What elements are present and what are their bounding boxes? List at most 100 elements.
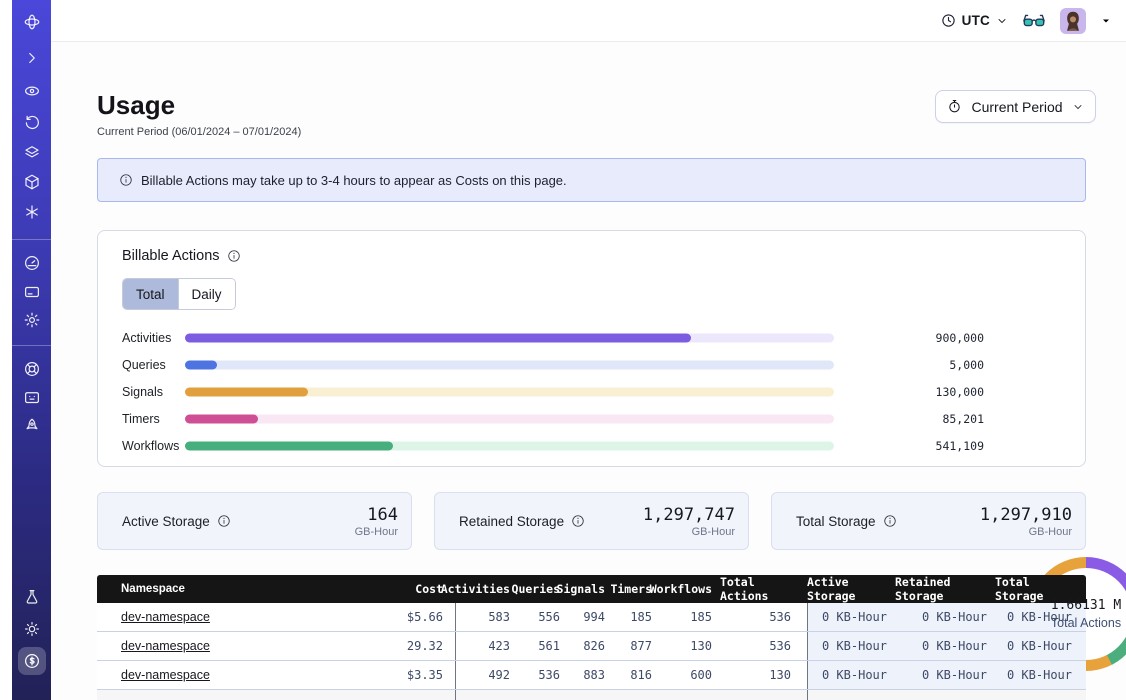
account-chevron-icon[interactable] — [1100, 15, 1112, 27]
bar-track — [185, 387, 834, 396]
bar-value: 130,000 — [936, 385, 984, 399]
feedback-monitor-icon[interactable] — [23, 389, 41, 407]
timers-cell: 816 — [613, 661, 660, 689]
temporal-logo-icon[interactable] — [23, 13, 41, 31]
labs-flask-icon[interactable] — [23, 588, 41, 606]
page-subtitle: Current Period (06/01/2024 – 07/01/2024) — [97, 126, 301, 138]
topbar: UTC — [51, 0, 1126, 42]
rocket-icon[interactable] — [23, 417, 41, 435]
empty-cell — [397, 690, 455, 700]
signals-cell: 826 — [568, 632, 613, 660]
billing-card-icon[interactable] — [23, 283, 41, 301]
bar-track — [185, 360, 834, 369]
billable-bar-chart: Activities900,000Queries5,000Signals130,… — [98, 324, 1018, 459]
activities-cell: 423 — [455, 632, 518, 660]
credits-coin-icon[interactable] — [18, 647, 46, 675]
namespace-link[interactable]: dev-namespace — [121, 610, 210, 624]
support-lifebuoy-icon[interactable] — [23, 360, 41, 378]
empty-cell — [895, 690, 995, 700]
active-storage-card: Active Storage164GB-Hour — [97, 492, 412, 550]
bar-row: Timers 85,201 — [98, 405, 1018, 432]
history-clock-icon[interactable] — [23, 113, 41, 131]
bar-label: Workflows — [122, 439, 179, 453]
workflows-cell: 600 — [660, 661, 720, 689]
bar-row: Activities900,000 — [98, 324, 1018, 351]
bar-fill — [185, 333, 691, 342]
info-icon[interactable] — [227, 249, 241, 263]
glasses-icon[interactable] — [1022, 12, 1046, 30]
table-row: dev-namespace29.324235618268771305360 KB… — [97, 632, 1086, 661]
empty-cell — [660, 690, 720, 700]
sidebar-divider — [12, 345, 51, 346]
chevron-down-icon — [996, 15, 1008, 27]
cube-icon[interactable] — [23, 173, 41, 191]
bar-value: 85,201 — [942, 412, 984, 426]
nexus-asterisk-icon[interactable] — [23, 203, 41, 221]
namespace-link[interactable]: dev-namespace — [121, 668, 210, 682]
bar-label: Signals — [122, 385, 163, 399]
collapse-chevron-icon[interactable] — [23, 49, 41, 67]
theme-sun-icon[interactable] — [23, 620, 41, 638]
bar-label: Queries — [122, 358, 166, 372]
retained-storage-cell: 0 KB-Hour — [895, 603, 995, 631]
activities-cell: 492 — [455, 661, 518, 689]
bar-fill — [185, 360, 217, 369]
namespace-link[interactable]: dev-namespace — [121, 639, 210, 653]
table-row: dev-namespace$3.354925368838166001300 KB… — [97, 661, 1086, 690]
queries-cell: 536 — [518, 661, 568, 689]
bar-value: 541,109 — [936, 439, 984, 453]
info-icon — [119, 173, 133, 187]
queries-cell: 561 — [518, 632, 568, 660]
bar-label: Timers — [122, 412, 160, 426]
table-row-clipped — [97, 690, 1086, 700]
layers-icon[interactable] — [23, 143, 41, 161]
settings-gear-icon[interactable] — [23, 311, 41, 329]
bar-track — [185, 414, 834, 423]
cost-cell: 29.32 — [397, 632, 455, 660]
total-actions-cell: 536 — [720, 632, 807, 660]
bar-track — [185, 333, 834, 342]
info-icon[interactable] — [883, 514, 897, 528]
cost-cell: $5.66 — [397, 603, 455, 631]
column-header: Namespace — [97, 575, 397, 603]
workflows-cell: 185 — [660, 603, 720, 631]
user-avatar[interactable] — [1060, 8, 1086, 34]
column-header: Total Actions — [720, 575, 807, 603]
total-actions-cell: 130 — [720, 661, 807, 689]
active-storage-cell: 0 KB-Hour — [807, 632, 895, 660]
bar-row: Signals 130,000 — [98, 378, 1018, 405]
bar-track — [185, 441, 834, 450]
empty-cell — [455, 690, 518, 700]
total-storage-card: Total Storage1,297,910GB-Hour — [771, 492, 1086, 550]
retained-storage-cell: 0 KB-Hour — [895, 632, 995, 660]
billable-actions-card: Billable Actions TotalDaily Activities90… — [97, 230, 1086, 467]
table-header-row: NamespaceCostActivitiesQueriesSignalsTim… — [97, 575, 1086, 603]
column-header: Retained Storage — [895, 575, 995, 603]
sidebar-divider — [12, 239, 51, 240]
active-storage-cell: 0 KB-Hour — [807, 603, 895, 631]
workflows-cell: 130 — [660, 632, 720, 660]
total-actions-value: 1.66131 M — [1051, 598, 1121, 613]
tab-total[interactable]: Total — [123, 279, 178, 309]
retained-storage-card: Retained Storage1,297,747GB-Hour — [434, 492, 749, 550]
usage-gauge-icon[interactable] — [23, 254, 41, 272]
timezone-selector[interactable]: UTC — [941, 13, 1008, 28]
page-title: Usage — [97, 90, 175, 121]
namespaces-eye-icon[interactable] — [23, 82, 41, 100]
column-header: Workflows — [660, 575, 720, 603]
info-icon[interactable] — [571, 514, 585, 528]
tab-daily[interactable]: Daily — [178, 279, 235, 309]
info-icon[interactable] — [217, 514, 231, 528]
storage-unit: GB-Hour — [643, 526, 735, 538]
bar-fill — [185, 441, 393, 450]
bar-value: 900,000 — [936, 331, 984, 345]
empty-cell — [613, 690, 660, 700]
banner-text: Billable Actions may take up to 3-4 hour… — [141, 173, 567, 188]
table-row: dev-namespace$5.665835569941851855360 KB… — [97, 603, 1086, 632]
namespace-cell: dev-namespace — [97, 603, 397, 631]
column-header: Signals — [568, 575, 613, 603]
period-dropdown-button[interactable]: Current Period — [935, 90, 1096, 123]
storage-value: 1,297,910 — [980, 505, 1072, 525]
cost-cell: $3.35 — [397, 661, 455, 689]
signals-cell: 994 — [568, 603, 613, 631]
